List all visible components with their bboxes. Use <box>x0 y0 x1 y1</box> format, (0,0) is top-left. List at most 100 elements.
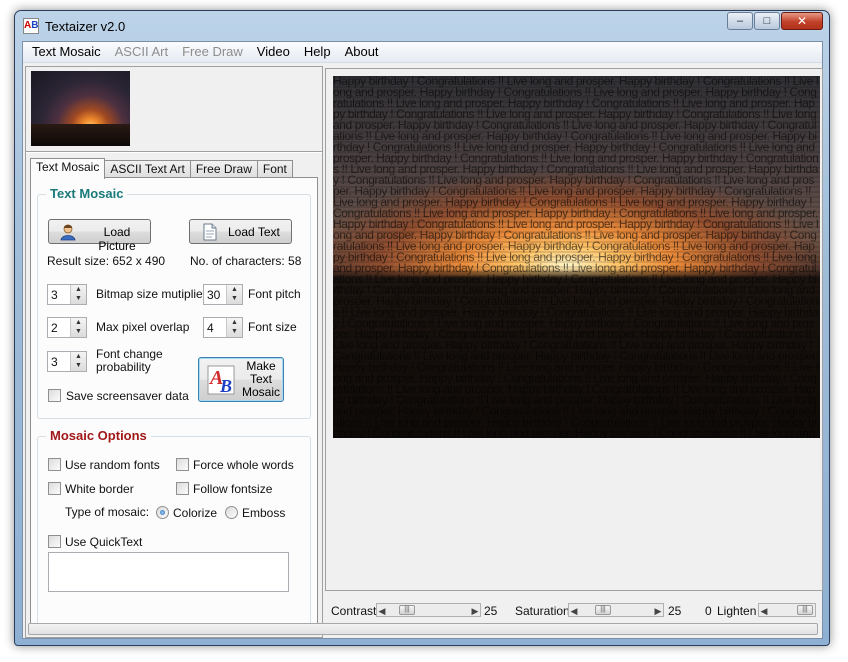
font-size-label: Font size <box>248 320 297 334</box>
use-quicktext-label[interactable]: Use QuickText <box>65 535 142 549</box>
menu-help[interactable]: Help <box>297 42 338 62</box>
font-size-spinner[interactable]: 4 ▲ ▼ <box>203 317 243 338</box>
force-whole-words-checkbox[interactable] <box>176 458 189 471</box>
text-mosaic-preview[interactable]: Happy birthday ! Congratulations !! Live… <box>333 76 820 438</box>
quicktext-input[interactable] <box>48 552 289 592</box>
emboss-label[interactable]: Emboss <box>242 506 285 520</box>
max-pixel-overlap-value[interactable]: 2 <box>51 321 58 335</box>
font-pitch-spinner[interactable]: 30 ▲ ▼ <box>203 284 243 305</box>
minimize-button[interactable]: – <box>727 12 753 30</box>
max-pixel-overlap-spinner[interactable]: 2 ▲ ▼ <box>47 317 87 338</box>
colorize-radio[interactable] <box>156 506 169 519</box>
menu-video[interactable]: Video <box>250 42 297 62</box>
right-arrow-icon[interactable]: ▶ <box>470 605 480 617</box>
spinner-arrows[interactable]: ▲ ▼ <box>226 285 242 304</box>
font-change-probability-spinner[interactable]: 3 ▲ ▼ <box>47 351 87 372</box>
up-arrow-icon[interactable]: ▲ <box>227 285 242 294</box>
font-change-probability-label: Font change probability <box>96 347 163 374</box>
emboss-radio[interactable] <box>225 506 238 519</box>
spinner-arrows[interactable]: ▲ ▼ <box>70 352 86 371</box>
left-arrow-icon[interactable]: ◀ <box>377 605 387 617</box>
group-title-mosaic-options: Mosaic Options <box>46 428 151 443</box>
contrast-slider[interactable]: ◀ ||| ▶ <box>376 603 481 617</box>
spinner-arrows[interactable]: ▲ ▼ <box>226 318 242 337</box>
down-arrow-icon[interactable]: ▼ <box>71 294 86 303</box>
divider <box>26 151 322 153</box>
down-arrow-icon[interactable]: ▼ <box>71 327 86 336</box>
text-mosaic-group: Text Mosaic Load Picture Load Text Resul… <box>37 186 311 419</box>
follow-fontsize-checkbox[interactable] <box>176 482 189 495</box>
settings-pane: Text Mosaic ASCII Text Art Free Draw Fon… <box>25 66 323 638</box>
contrast-label: Contrast <box>331 604 377 618</box>
svg-text:B: B <box>219 376 232 395</box>
font-pitch-label: Font pitch <box>248 287 301 301</box>
load-text-button[interactable]: Load Text <box>189 219 292 244</box>
slider-thumb[interactable]: ||| <box>797 605 813 615</box>
tab-text-mosaic[interactable]: Text Mosaic <box>30 158 106 179</box>
text-mosaic-panel: Text Mosaic Load Picture Load Text Resul… <box>30 177 318 633</box>
up-arrow-icon[interactable]: ▲ <box>71 318 86 327</box>
font-size-value[interactable]: 4 <box>207 321 214 335</box>
num-characters-text: No. of characters: 58 <box>190 254 302 268</box>
mosaic-options-group: Mosaic Options Use random fonts Force wh… <box>37 428 311 626</box>
down-arrow-icon[interactable]: ▼ <box>227 327 242 336</box>
saturation-value: 25 <box>668 604 682 618</box>
title-bar[interactable]: AB Textaizer v2.0 – □ ✕ <box>15 11 829 41</box>
spinner-arrows[interactable]: ▲ ▼ <box>70 318 86 337</box>
follow-fontsize-label[interactable]: Follow fontsize <box>193 482 272 496</box>
save-screensaver-label[interactable]: Save screensaver data <box>66 389 189 403</box>
up-arrow-icon[interactable]: ▲ <box>227 318 242 327</box>
menu-ascii-art[interactable]: ASCII Art <box>108 42 175 62</box>
font-pitch-value[interactable]: 30 <box>207 288 220 302</box>
contrast-value: 25 <box>484 604 498 618</box>
down-arrow-icon[interactable]: ▼ <box>71 361 86 370</box>
make-text-mosaic-button[interactable]: A B Make Text Mosaic <box>198 357 284 402</box>
type-of-mosaic-label: Type of mosaic: <box>65 505 150 519</box>
right-arrow-icon[interactable]: ▶ <box>653 605 663 617</box>
maximize-button[interactable]: □ <box>754 12 780 30</box>
adjustment-bar: Contrast ◀ ||| ▶ 25 Saturation ◀ ||| ▶ 2… <box>325 593 823 618</box>
down-arrow-icon[interactable]: ▼ <box>227 294 242 303</box>
use-random-fonts-checkbox[interactable] <box>48 458 61 471</box>
spinner-arrows[interactable]: ▲ ▼ <box>70 285 86 304</box>
close-button[interactable]: ✕ <box>781 12 823 30</box>
load-picture-label: Load Picture <box>98 225 136 253</box>
make-text-mosaic-label: Make Text Mosaic <box>241 359 280 399</box>
font-change-probability-value[interactable]: 3 <box>51 355 58 369</box>
menu-text-mosaic[interactable]: Text Mosaic <box>25 42 108 62</box>
up-arrow-icon[interactable]: ▲ <box>71 352 86 361</box>
user-icon <box>59 223 77 241</box>
menu-bar: Text Mosaic ASCII Art Free Draw Video He… <box>23 42 822 63</box>
use-random-fonts-label[interactable]: Use random fonts <box>65 458 160 472</box>
bitmap-size-multiplier-value[interactable]: 3 <box>51 288 58 302</box>
left-arrow-icon[interactable]: ◀ <box>569 605 579 617</box>
left-arrow-icon[interactable]: ◀ <box>759 605 769 617</box>
result-size-text: Result size: 652 x 490 <box>47 254 166 268</box>
lighten-label: Lighten <box>717 604 757 618</box>
save-screensaver-checkbox[interactable] <box>48 389 61 402</box>
source-picture-thumbnail[interactable] <box>31 71 130 146</box>
bitmap-size-multiplier-spinner[interactable]: 3 ▲ ▼ <box>47 284 87 305</box>
progress-bar <box>28 623 818 635</box>
menu-about[interactable]: About <box>338 42 386 62</box>
slider-thumb[interactable]: ||| <box>399 605 415 615</box>
lighten-slider[interactable]: ◀ ||| <box>758 603 816 617</box>
group-title-text-mosaic: Text Mosaic <box>46 186 128 201</box>
white-border-label[interactable]: White border <box>65 482 134 496</box>
bitmap-size-multiplier-label: Bitmap size mutiplier <box>96 287 207 301</box>
white-border-checkbox[interactable] <box>48 482 61 495</box>
slider-thumb[interactable]: ||| <box>595 605 611 615</box>
up-arrow-icon[interactable]: ▲ <box>71 285 86 294</box>
force-whole-words-label[interactable]: Force whole words <box>193 458 294 472</box>
client-area: Text Mosaic ASCII Art Free Draw Video He… <box>22 41 823 639</box>
app-icon[interactable]: AB <box>23 18 39 34</box>
saturation-slider[interactable]: ◀ ||| ▶ <box>568 603 664 617</box>
max-pixel-overlap-label: Max pixel overlap <box>96 320 190 334</box>
app-window: AB Textaizer v2.0 – □ ✕ Text Mosaic ASCI… <box>14 10 830 646</box>
load-text-label: Load Text <box>228 225 280 239</box>
colorize-label[interactable]: Colorize <box>173 506 217 520</box>
load-picture-button[interactable]: Load Picture <box>48 219 151 253</box>
textaizer-logo-icon: A B <box>207 365 235 396</box>
menu-free-draw[interactable]: Free Draw <box>175 42 250 62</box>
use-quicktext-checkbox[interactable] <box>48 535 61 548</box>
